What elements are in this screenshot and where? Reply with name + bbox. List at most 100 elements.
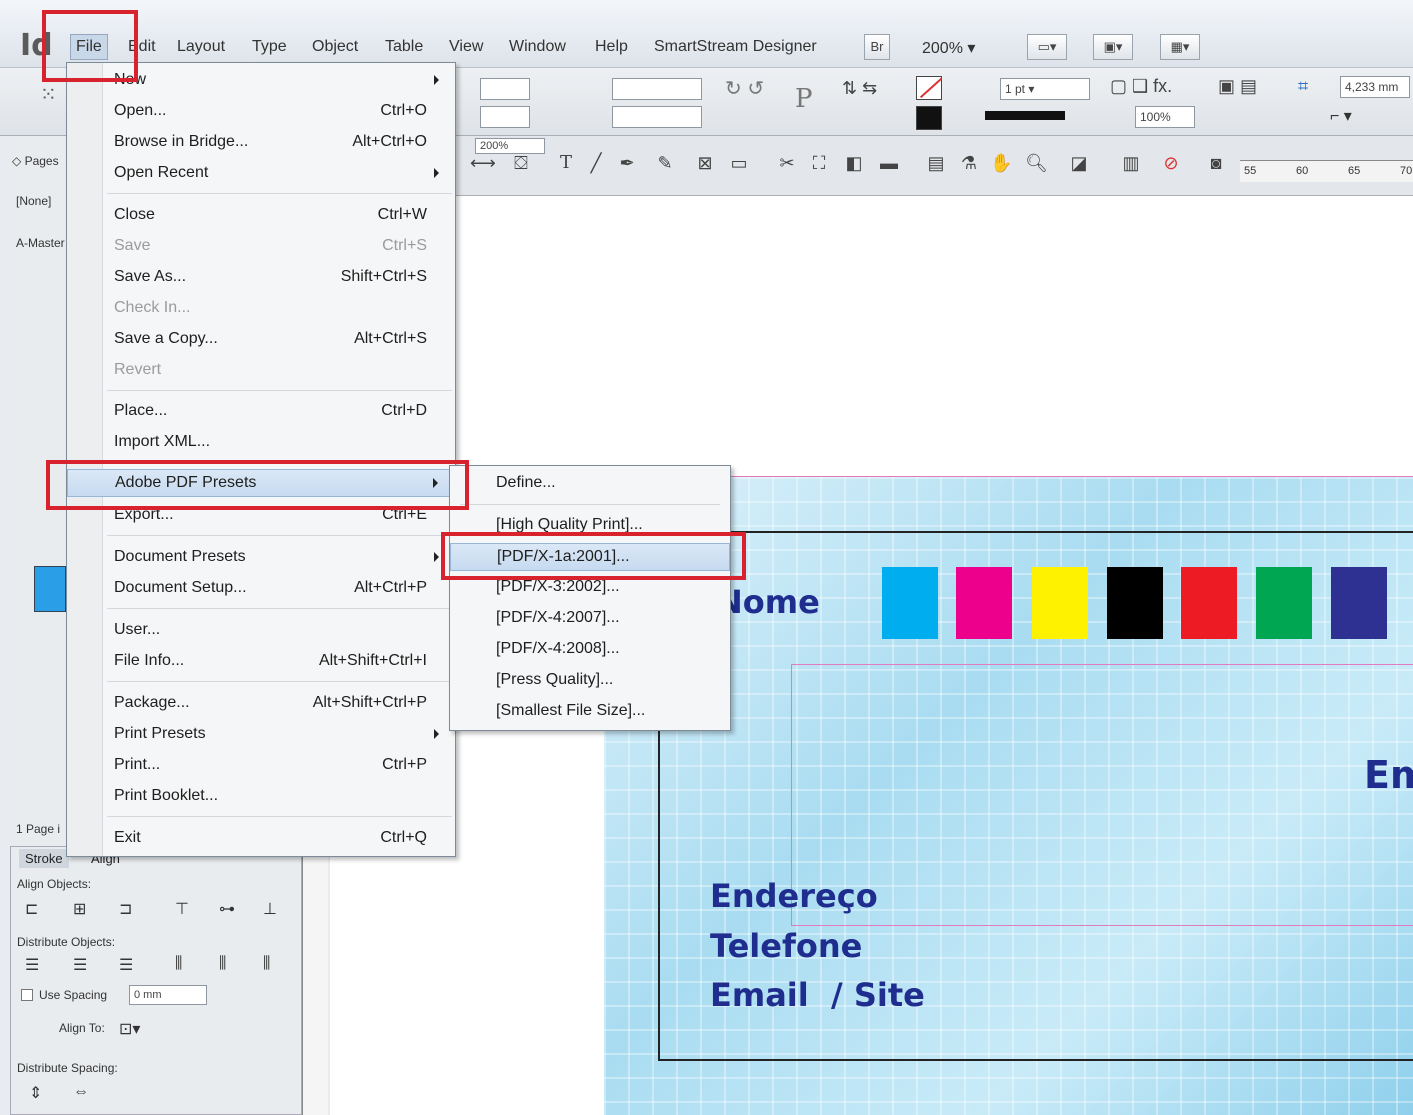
pen-tool-icon[interactable]: ✒ — [616, 152, 638, 174]
reference-point-icon[interactable]: ⁙ — [40, 82, 57, 107]
view-options-icon[interactable]: ▭▾ — [1027, 34, 1067, 60]
align-center-icon[interactable]: ⊞ — [73, 899, 86, 919]
distribute-left-icon[interactable]: ⫼ — [175, 955, 182, 973]
corner-shape-dropdown[interactable]: ⌐ ▾ — [1330, 106, 1352, 126]
distribute-bottom-icon[interactable]: ☰ — [119, 955, 133, 975]
card-address-text[interactable]: Endereço — [710, 877, 878, 915]
preview-mode-icon[interactable]: ◙ — [1205, 152, 1227, 174]
menu-item-browse-in-bridge[interactable]: Browse in Bridge... Alt+Ctrl+O — [67, 129, 455, 157]
rotate-icon[interactable]: ↻ ↺ — [725, 76, 764, 101]
fill-stroke-icon[interactable]: ◪ — [1068, 152, 1090, 174]
screen-mode-icon[interactable]: ▣▾ — [1093, 34, 1133, 60]
page-thumbnail[interactable] — [34, 566, 66, 612]
fill-none-icon[interactable] — [916, 76, 943, 100]
wrap-icon[interactable]: ▣ ▤ — [1218, 76, 1257, 97]
menu-item-user[interactable]: User... — [67, 617, 455, 645]
rectangle-tool-icon[interactable]: ▭ — [728, 152, 750, 174]
type-tool-icon[interactable]: T — [555, 152, 577, 174]
stroke-swatch-icon[interactable] — [916, 106, 942, 130]
menu-item-revert[interactable]: Revert — [67, 357, 455, 385]
spacing-field[interactable]: 0 mm — [129, 985, 207, 1005]
effects-icon[interactable]: ▢ ❑ fx. — [1110, 76, 1172, 97]
scissors-icon[interactable]: ✂ — [776, 152, 798, 174]
pencil-tool-icon[interactable]: ✎ — [654, 152, 676, 174]
distribute-hspace-icon[interactable]: ⇔ — [73, 1083, 89, 1101]
tab-stroke[interactable]: Stroke — [19, 849, 69, 868]
pages-tab[interactable]: ◇ Pages — [12, 154, 59, 168]
preset-smallest-file-size[interactable]: [Smallest File Size]... — [450, 698, 730, 726]
align-top-icon[interactable]: ⊤ — [175, 899, 189, 919]
corner-size-field[interactable]: 4,233 mm — [1340, 76, 1410, 98]
menu-item-exit[interactable]: Exit Ctrl+Q — [67, 825, 455, 853]
menu-item-save-a-copy[interactable]: Save a Copy... Alt+Ctrl+S — [67, 326, 455, 354]
menu-item-print[interactable]: Print... Ctrl+P — [67, 752, 455, 780]
apply-color-icon[interactable]: ▥ — [1120, 152, 1142, 174]
preset-pdf-x-4-2008[interactable]: [PDF/X-4:2008]... — [450, 636, 730, 664]
content-collector-icon[interactable]: ⛋ — [510, 152, 532, 174]
menu-item-document-presets[interactable]: Document Presets — [67, 544, 455, 572]
distribute-hcenter-icon[interactable]: ⫼ — [219, 955, 226, 973]
menu-item-open-recent[interactable]: Open Recent — [67, 160, 455, 188]
menu-item-save-as[interactable]: Save As... Shift+Ctrl+S — [67, 264, 455, 292]
corner-options-icon[interactable]: ⌗ — [1298, 76, 1308, 97]
free-transform-icon[interactable]: ⛶ — [808, 152, 830, 174]
menu-item-print-booklet[interactable]: Print Booklet... — [67, 783, 455, 811]
menu-object[interactable]: Object — [312, 38, 358, 58]
gap-tool-icon[interactable]: ⟷ — [470, 152, 496, 174]
line-tool-icon[interactable]: ╱ — [585, 152, 607, 174]
menu-window[interactable]: Window — [509, 38, 566, 58]
flip-icon[interactable]: ⇅ ⇆ — [842, 78, 877, 99]
align-to-dropdown[interactable]: ⊡▾ — [119, 1019, 140, 1039]
preset-press-quality[interactable]: [Press Quality]... — [450, 667, 730, 695]
menu-help[interactable]: Help — [595, 38, 628, 58]
align-left-icon[interactable]: ⊏ — [25, 899, 38, 919]
rectangle-frame-icon[interactable]: ⊠ — [694, 152, 716, 174]
a-master-label[interactable]: A-Master — [16, 236, 65, 250]
x-field[interactable] — [480, 78, 530, 100]
gradient-swatch-icon[interactable]: ◧ — [843, 152, 865, 174]
note-tool-icon[interactable]: ▤ — [925, 152, 947, 174]
align-middle-icon[interactable]: ⊶ — [219, 899, 235, 919]
gradient-feather-icon[interactable]: ▬ — [878, 152, 900, 174]
stroke-type-preview[interactable] — [985, 111, 1065, 120]
menu-item-save[interactable]: Save Ctrl+S — [67, 233, 455, 261]
menu-item-open[interactable]: Open... Ctrl+O — [67, 98, 455, 126]
card-company-text[interactable]: Em — [1364, 753, 1413, 797]
paragraph-icon[interactable]: P — [795, 84, 813, 114]
menu-layout[interactable]: Layout — [177, 38, 225, 58]
distribute-top-icon[interactable]: ☰ — [25, 955, 39, 975]
zoom-level-dropdown[interactable]: 200% ▾ — [922, 38, 975, 58]
card-email-site-text[interactable]: Email / Site — [710, 976, 925, 1014]
distribute-vcenter-icon[interactable]: ☰ — [73, 955, 87, 975]
bridge-button[interactable]: Br — [864, 34, 890, 60]
menu-item-file-info[interactable]: File Info... Alt+Shift+Ctrl+I — [67, 648, 455, 676]
card-name-text[interactable]: Nome — [716, 583, 820, 621]
menu-type[interactable]: Type — [252, 38, 287, 58]
menu-item-close[interactable]: Close Ctrl+W — [67, 202, 455, 230]
menu-item-place[interactable]: Place... Ctrl+D — [67, 398, 455, 426]
eyedropper-icon[interactable]: ⚗ — [958, 152, 980, 174]
opacity-field[interactable]: 100% — [1135, 106, 1195, 128]
distribute-right-icon[interactable]: ⫼ — [263, 955, 270, 973]
menu-item-check-in[interactable]: Check In... — [67, 295, 455, 323]
menu-item-import-xml[interactable]: Import XML... — [67, 429, 455, 457]
apply-none-icon[interactable]: ⊘ — [1160, 152, 1182, 174]
menu-smartstream-designer[interactable]: SmartStream Designer — [654, 38, 817, 58]
zoom-tool-icon[interactable]: 🔍︎ — [1025, 152, 1048, 174]
distribute-vspace-icon[interactable]: ⇕ — [29, 1083, 42, 1103]
menu-view[interactable]: View — [449, 38, 483, 58]
preset-pdf-x-4-2007[interactable]: [PDF/X-4:2007]... — [450, 605, 730, 633]
none-master-label[interactable]: [None] — [16, 194, 51, 208]
y-field[interactable] — [480, 106, 530, 128]
stroke-weight-field[interactable]: 1 pt ▾ — [1000, 78, 1090, 100]
preset-define[interactable]: Define... — [450, 470, 730, 498]
height-field[interactable] — [612, 106, 702, 128]
menu-item-print-presets[interactable]: Print Presets — [67, 721, 455, 749]
menu-item-package[interactable]: Package... Alt+Shift+Ctrl+P — [67, 690, 455, 718]
card-phone-text[interactable]: Telefone — [710, 927, 862, 965]
hand-tool-icon[interactable]: ✋ — [990, 152, 1012, 174]
width-field[interactable] — [612, 78, 702, 100]
align-right-icon[interactable]: ⊐ — [119, 899, 132, 919]
menu-table[interactable]: Table — [385, 38, 423, 58]
align-bottom-icon[interactable]: ⊥ — [263, 899, 277, 919]
